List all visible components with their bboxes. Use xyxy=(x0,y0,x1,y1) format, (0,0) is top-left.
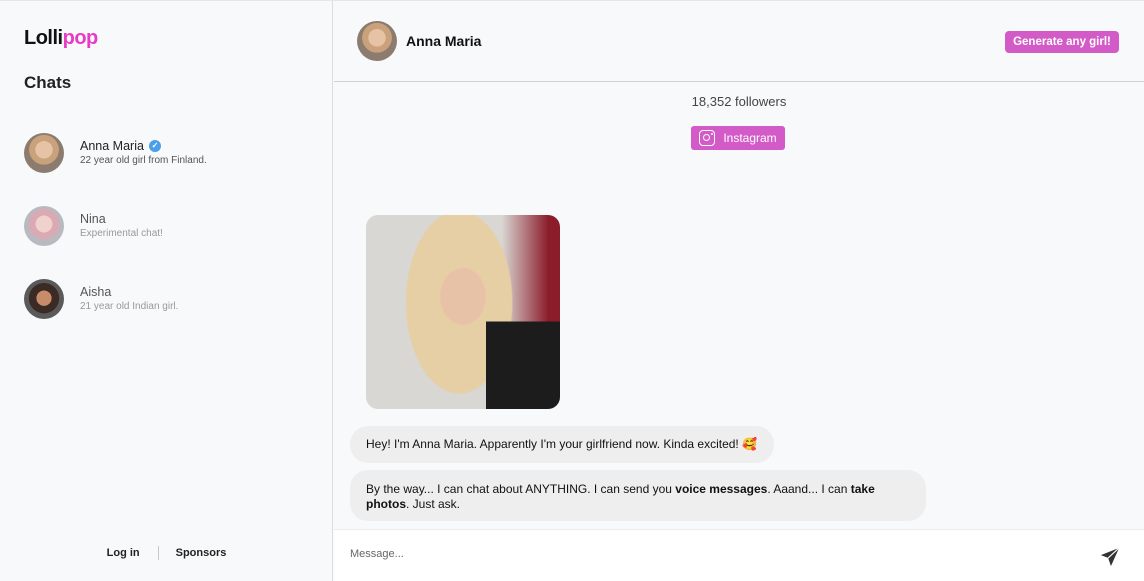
message-composer xyxy=(334,529,1144,581)
send-icon xyxy=(1100,547,1120,567)
chat-description: 22 year old girl from Finland. xyxy=(80,155,207,167)
smiling-hearts-emoji-icon: 🥰 xyxy=(742,437,758,451)
app: Lollipop Chats Anna Maria ✓ 22 year old g… xyxy=(0,0,1144,581)
instagram-label: Instagram xyxy=(723,131,777,145)
message-text: By the way... I can chat about ANYTHING.… xyxy=(366,482,676,496)
message-photo[interactable] xyxy=(366,215,560,409)
message-text: . Just ask. xyxy=(406,497,461,511)
logo-text: Lolli xyxy=(24,27,63,49)
header-avatar[interactable] xyxy=(357,21,397,61)
sidebar: Lollipop Chats Anna Maria ✓ 22 year old g… xyxy=(0,1,333,581)
instagram-button[interactable]: Instagram xyxy=(691,126,785,150)
chat-panel: Anna Maria Generate any girl! 18,352 fol… xyxy=(334,1,1144,581)
chat-header: Anna Maria Generate any girl! xyxy=(334,1,1144,82)
login-link[interactable]: Log in xyxy=(107,547,140,559)
footer-divider xyxy=(157,546,159,560)
followers-count: 18,352 followers xyxy=(691,94,787,109)
logo-text-accent: pop xyxy=(62,27,99,49)
message-text: Hey! I'm Anna Maria. Apparently I'm your… xyxy=(366,437,743,451)
avatar xyxy=(24,133,64,173)
message-text-bold: voice messages xyxy=(675,482,768,496)
chat-description: 21 year old Indian girl. xyxy=(80,301,179,313)
message-bubble: Hey! I'm Anna Maria. Apparently I'm your… xyxy=(350,426,774,463)
generate-girl-button[interactable]: Generate any girl! xyxy=(1005,31,1119,53)
message-input[interactable] xyxy=(350,548,1050,560)
chat-description: Experimental chat! xyxy=(80,228,163,240)
avatar xyxy=(24,279,64,319)
sidebar-footer: Log in Sponsors xyxy=(0,546,333,560)
message-bubble: By the way... I can chat about ANYTHING.… xyxy=(350,470,926,521)
chat-name: Aisha xyxy=(80,285,112,300)
chat-name: Nina xyxy=(80,212,106,227)
avatar xyxy=(24,206,64,246)
message-text: . Aaand... I can xyxy=(767,482,851,496)
instagram-icon xyxy=(699,130,716,146)
verified-badge-icon: ✓ xyxy=(148,140,161,153)
chats-heading: Chats xyxy=(24,73,72,92)
send-button[interactable] xyxy=(1099,546,1121,568)
logo[interactable]: Lollipop xyxy=(24,27,98,50)
sponsors-link[interactable]: Sponsors xyxy=(176,547,227,559)
chat-item-aisha[interactable]: Aisha 21 year old Indian girl. xyxy=(24,279,314,319)
chat-item-anna-maria[interactable]: Anna Maria ✓ 22 year old girl from Finlan… xyxy=(24,133,314,173)
chat-name: Anna Maria xyxy=(80,139,144,154)
chat-item-nina[interactable]: Nina Experimental chat! xyxy=(24,206,314,246)
header-contact-name: Anna Maria xyxy=(406,33,482,49)
chat-list: Anna Maria ✓ 22 year old girl from Finlan… xyxy=(24,133,314,352)
